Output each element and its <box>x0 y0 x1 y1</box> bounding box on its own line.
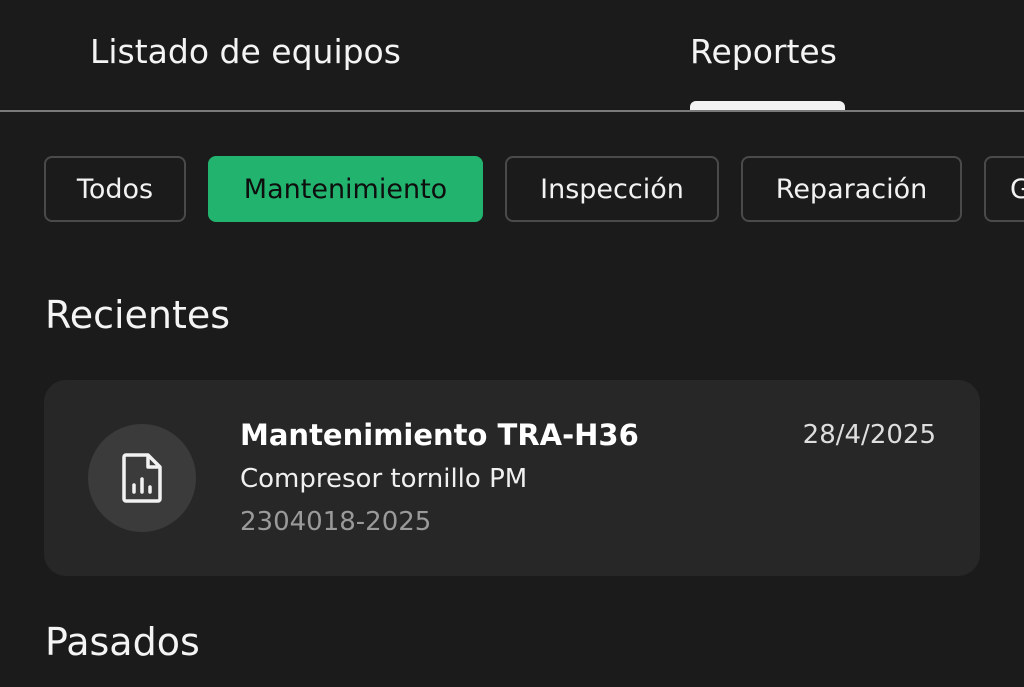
filter-chip-inspeccion[interactable]: Inspección <box>505 156 719 222</box>
filter-chips: Todos Mantenimiento Inspección Reparació… <box>0 156 1024 228</box>
filter-chip-reparacion[interactable]: Reparación <box>741 156 962 222</box>
section-title-recientes: Recientes <box>45 293 231 337</box>
tab-bar: Listado de equipos Reportes <box>0 0 1024 112</box>
report-date: 28/4/2025 <box>802 420 936 450</box>
filter-chip-todos[interactable]: Todos <box>44 156 186 222</box>
report-subtitle: Compresor tornillo PM <box>240 464 528 494</box>
report-card[interactable]: Mantenimiento TRA-H36 Compresor tornillo… <box>44 380 980 576</box>
active-tab-indicator <box>690 101 845 110</box>
report-title: Mantenimiento TRA-H36 <box>240 418 639 452</box>
tab-listado-de-equipos[interactable]: Listado de equipos <box>90 32 401 71</box>
report-code: 2304018-2025 <box>240 507 432 537</box>
section-title-pasados: Pasados <box>45 620 200 664</box>
report-document-icon <box>122 453 162 503</box>
filter-chip-partial[interactable]: G <box>984 156 1024 222</box>
filter-chip-mantenimiento[interactable]: Mantenimiento <box>208 156 483 222</box>
report-icon-container <box>88 424 196 532</box>
tab-reportes[interactable]: Reportes <box>690 32 837 71</box>
